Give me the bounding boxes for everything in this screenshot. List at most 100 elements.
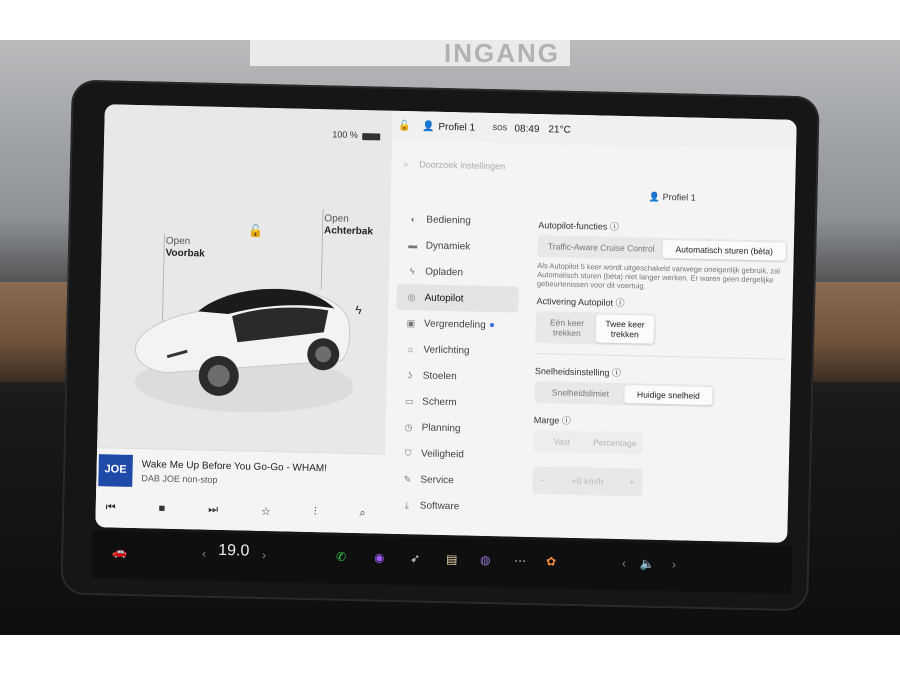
- speed-setting-selector: Snelheidslimiet Huidige snelheid: [534, 381, 715, 408]
- lock-icon: ▣: [406, 317, 416, 328]
- next-track-icon[interactable]: ⏭: [208, 504, 218, 517]
- nav-item-software[interactable]: ⤓ Software: [392, 492, 515, 521]
- option-speed-limit[interactable]: Snelheidslimiet: [536, 383, 624, 403]
- car-model-image: [134, 288, 355, 413]
- clock-icon: ◷: [404, 421, 413, 432]
- settings-profile[interactable]: 👤 Profiel 1: [649, 192, 696, 204]
- battery-icon: [362, 133, 381, 141]
- option-percentage[interactable]: Percentage: [588, 433, 641, 452]
- nav-item-bediening[interactable]: ◐ Bediening: [398, 206, 521, 235]
- profile-icon: 👤: [648, 191, 661, 202]
- search-icon[interactable]: ⌕: [359, 507, 365, 520]
- sun-icon: ☼: [406, 344, 415, 355]
- temperature-up-icon[interactable]: ›: [262, 548, 266, 562]
- camera-icon[interactable]: ◍: [480, 553, 491, 567]
- more-apps-icon[interactable]: ⋯: [514, 554, 526, 568]
- stop-icon[interactable]: ■: [158, 503, 165, 516]
- autopilot-activation-selector: Eén keer trekken Twee keer trekken: [535, 311, 657, 346]
- nav-item-autopilot[interactable]: ◎ Autopilot: [396, 283, 519, 313]
- nav-item-opladen[interactable]: ϟ Opladen: [397, 258, 520, 287]
- nav-item-veiligheid[interactable]: ⛉ Veiligheid: [393, 440, 516, 469]
- media-controls: ⏮ ■ ⏭ ☆ ⫶ ⌕: [106, 501, 366, 520]
- settings-profile-name: Profiel 1: [662, 191, 696, 203]
- bolt-icon: ϟ: [409, 266, 415, 277]
- volume-up-icon[interactable]: ›: [672, 557, 676, 571]
- option-current-speed[interactable]: Huidige snelheid: [624, 385, 713, 406]
- garage-sign: INGANG: [250, 40, 570, 66]
- nav-item-scherm[interactable]: ▭ Scherm: [394, 388, 517, 417]
- margin-stepper: − +0 km/h +: [532, 466, 643, 497]
- equalizer-icon[interactable]: ⫶: [314, 506, 317, 519]
- front-trunk-button[interactable]: Open Voorbak: [165, 236, 205, 261]
- car-view-pane: 100 % Open Voorbak Open Achterbak 🔓 ϟ JO…: [95, 104, 393, 534]
- sos-indicator: SOS: [492, 125, 508, 133]
- nav-item-planning[interactable]: ◷ Planning: [393, 414, 516, 443]
- cabin-temperature: 19.0: [218, 541, 250, 560]
- seat-icon: ʖ: [407, 370, 413, 381]
- charge-port-bolt-icon[interactable]: ϟ: [355, 303, 362, 317]
- nav-item-dynamiek[interactable]: ▬ Dynamiek: [397, 232, 520, 261]
- car-icon[interactable]: 🚗: [112, 545, 127, 559]
- unlocked-icon[interactable]: 🔓: [248, 223, 263, 237]
- app-launcher-icon[interactable]: ✿: [546, 554, 556, 568]
- info-icon[interactable]: ⓘ: [615, 298, 624, 308]
- nav-item-vergrendeling[interactable]: ▣ Vergrendeling: [396, 310, 519, 339]
- nav-item-verlichting[interactable]: ☼ Verlichting: [395, 336, 518, 365]
- download-icon: ⤓: [404, 499, 409, 510]
- option-double-pull[interactable]: Twee keer trekken: [595, 314, 655, 344]
- nav-item-service[interactable]: ✎ Service: [392, 466, 515, 495]
- nav-item-stoelen[interactable]: ʖ Stoelen: [395, 362, 518, 391]
- notification-dot: [489, 322, 494, 328]
- battery-level: 100 %: [332, 129, 358, 140]
- autopilot-functions-title: Autopilot-functies ⓘ: [538, 220, 619, 232]
- info-icon[interactable]: ⓘ: [610, 222, 619, 232]
- temperature-down-icon[interactable]: ‹: [202, 547, 206, 561]
- margin-selector: Vast Percentage: [533, 430, 644, 455]
- search-placeholder: Doorzoek instellingen: [419, 159, 506, 172]
- info-icon[interactable]: ⓘ: [562, 416, 571, 426]
- autopilot-description: Als Autopilot 5 keer wordt uitgeschakeld…: [536, 261, 781, 291]
- volume-icon[interactable]: 🔈: [640, 556, 655, 570]
- shield-icon: ⛉: [404, 447, 412, 458]
- toggle-icon: ◐: [410, 214, 417, 225]
- wrench-icon: ✎: [403, 473, 412, 484]
- info-icon[interactable]: ⓘ: [612, 368, 621, 378]
- option-autosteer[interactable]: Automatisch sturen (bèta): [662, 239, 786, 261]
- phone-icon[interactable]: ✆: [336, 550, 346, 564]
- margin-title: Marge ⓘ: [533, 415, 571, 426]
- option-single-pull[interactable]: Eén keer trekken: [538, 313, 597, 342]
- radio-source: DAB JOE non-stop: [141, 473, 218, 485]
- rear-trunk-button[interactable]: Open Achterbak: [324, 213, 373, 238]
- settings-search[interactable]: ⌕ Doorzoek instellingen: [403, 159, 505, 172]
- profile-name[interactable]: Profiel 1: [438, 122, 475, 134]
- photo-frame: INGANG 100 % Open Voorbak Open Achterbak…: [0, 0, 900, 675]
- margin-value: +0 km/h: [571, 475, 604, 487]
- track-title: Wake Me Up Before You Go-Go - WHAM!: [141, 459, 328, 475]
- car-icon: ▬: [408, 240, 418, 251]
- decrease-button[interactable]: −: [540, 475, 545, 485]
- option-fixed[interactable]: Vast: [535, 432, 588, 451]
- podcast-icon[interactable]: ◉: [374, 550, 385, 564]
- search-icon: ⌕: [403, 158, 409, 170]
- rocket-icon[interactable]: ➶: [410, 551, 420, 565]
- station-logo: JOE: [98, 454, 133, 487]
- speed-setting-title: Snelheidsinstelling ⓘ: [534, 366, 622, 378]
- favorite-star-icon[interactable]: ☆: [261, 505, 271, 518]
- autopilot-functions-selector: Traffic-Aware Cruise Control Automatisch…: [537, 235, 788, 263]
- increase-button[interactable]: +: [629, 477, 634, 487]
- profile-icon[interactable]: 👤: [422, 121, 435, 132]
- previous-track-icon[interactable]: ⏮: [106, 501, 116, 514]
- screen-icon: ▭: [404, 395, 414, 406]
- autopilot-activation-title: Activering Autopilot ⓘ: [536, 296, 625, 309]
- media-player: JOE Wake Me Up Before You Go-Go - WHAM! …: [95, 447, 386, 534]
- autopilot-settings: Autopilot-functies ⓘ Traffic-Aware Cruis…: [532, 218, 788, 500]
- clock: 08:49: [514, 123, 540, 136]
- lock-status-icon[interactable]: 🔓: [398, 121, 411, 132]
- settings-nav: ◐ Bediening ▬ Dynamiek ϟ Opladen ◎ Autopilot…: [392, 206, 521, 521]
- touchscreen: 100 % Open Voorbak Open Achterbak 🔓 ϟ JO…: [95, 104, 797, 543]
- settings-pane: 🔓 👤 Profiel 1 SOS 08:49 21°C ⌕ Doorzoek …: [383, 110, 797, 543]
- option-traffic-aware-cruise-control[interactable]: Traffic-Aware Cruise Control: [540, 237, 663, 258]
- notes-icon[interactable]: ▤: [446, 552, 458, 566]
- volume-down-icon[interactable]: ‹: [622, 556, 626, 570]
- section-divider: [535, 353, 786, 360]
